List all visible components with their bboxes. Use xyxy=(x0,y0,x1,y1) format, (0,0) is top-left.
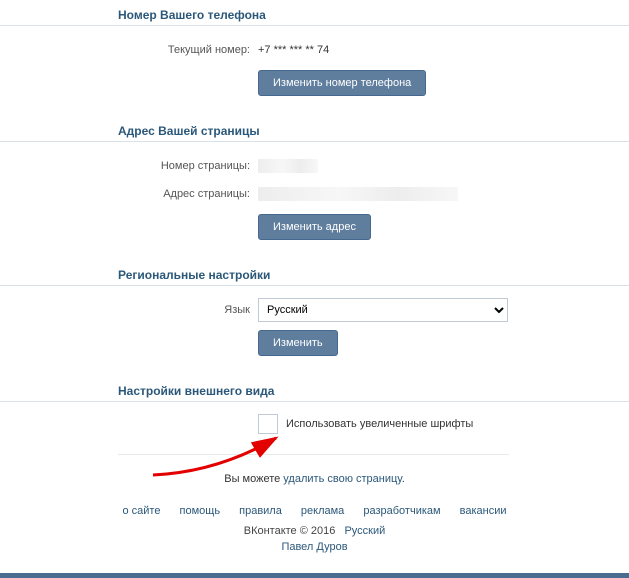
copy-text: ВКонтакте © 2016 xyxy=(244,525,336,537)
footer-lang-link[interactable]: Русский xyxy=(344,525,385,537)
page-address-value xyxy=(258,187,629,201)
footer-link-ads[interactable]: реклама xyxy=(301,505,344,517)
footer-copy: ВКонтакте © 2016 Русский xyxy=(0,523,629,539)
current-number-value: +7 *** *** ** 74 xyxy=(258,44,629,56)
delete-suffix: . xyxy=(402,473,405,485)
delete-page-link[interactable]: удалить свою страницу xyxy=(283,473,401,485)
appearance-section: Настройки внешнего вида Использовать уве… xyxy=(0,376,629,434)
footer-link-jobs[interactable]: вакансии xyxy=(460,505,507,517)
language-label: Язык xyxy=(0,304,258,316)
delete-page-row: Вы можете удалить свою страницу. xyxy=(0,469,629,495)
address-section: Адрес Вашей страницы Номер страницы: Адр… xyxy=(0,116,629,240)
large-fonts-label: Использовать увеличенные шрифты xyxy=(286,418,473,430)
footer-link-devs[interactable]: разработчикам xyxy=(363,505,440,517)
change-language-button[interactable]: Изменить xyxy=(258,330,338,356)
page-number-label: Номер страницы: xyxy=(0,160,258,172)
appearance-header: Настройки внешнего вида xyxy=(0,376,629,402)
large-fonts-checkbox[interactable] xyxy=(258,414,278,434)
address-header: Адрес Вашей страницы xyxy=(0,116,629,142)
change-phone-button[interactable]: Изменить номер телефона xyxy=(258,70,426,96)
regional-header: Региональные настройки xyxy=(0,260,629,286)
footer-author: Павел Дуров xyxy=(0,539,629,563)
language-select[interactable]: Русский xyxy=(258,298,508,322)
footer-link-help[interactable]: помощь xyxy=(180,505,221,517)
delete-prefix: Вы можете xyxy=(224,473,283,485)
divider xyxy=(118,454,509,455)
author-link[interactable]: Павел Дуров xyxy=(281,541,347,553)
footer-link-about[interactable]: о сайте xyxy=(122,505,160,517)
footer-link-rules[interactable]: правила xyxy=(239,505,282,517)
phone-section: Номер Вашего телефона Текущий номер: +7 … xyxy=(0,0,629,96)
page-number-value xyxy=(258,159,629,173)
page-address-label: Адрес страницы: xyxy=(0,188,258,200)
footer-links: о сайте помощь правила реклама разработч… xyxy=(0,495,629,523)
phone-header: Номер Вашего телефона xyxy=(0,0,629,26)
change-address-button[interactable]: Изменить адрес xyxy=(258,214,371,240)
current-number-label: Текущий номер: xyxy=(0,44,258,56)
regional-section: Региональные настройки Язык Русский Изме… xyxy=(0,260,629,356)
